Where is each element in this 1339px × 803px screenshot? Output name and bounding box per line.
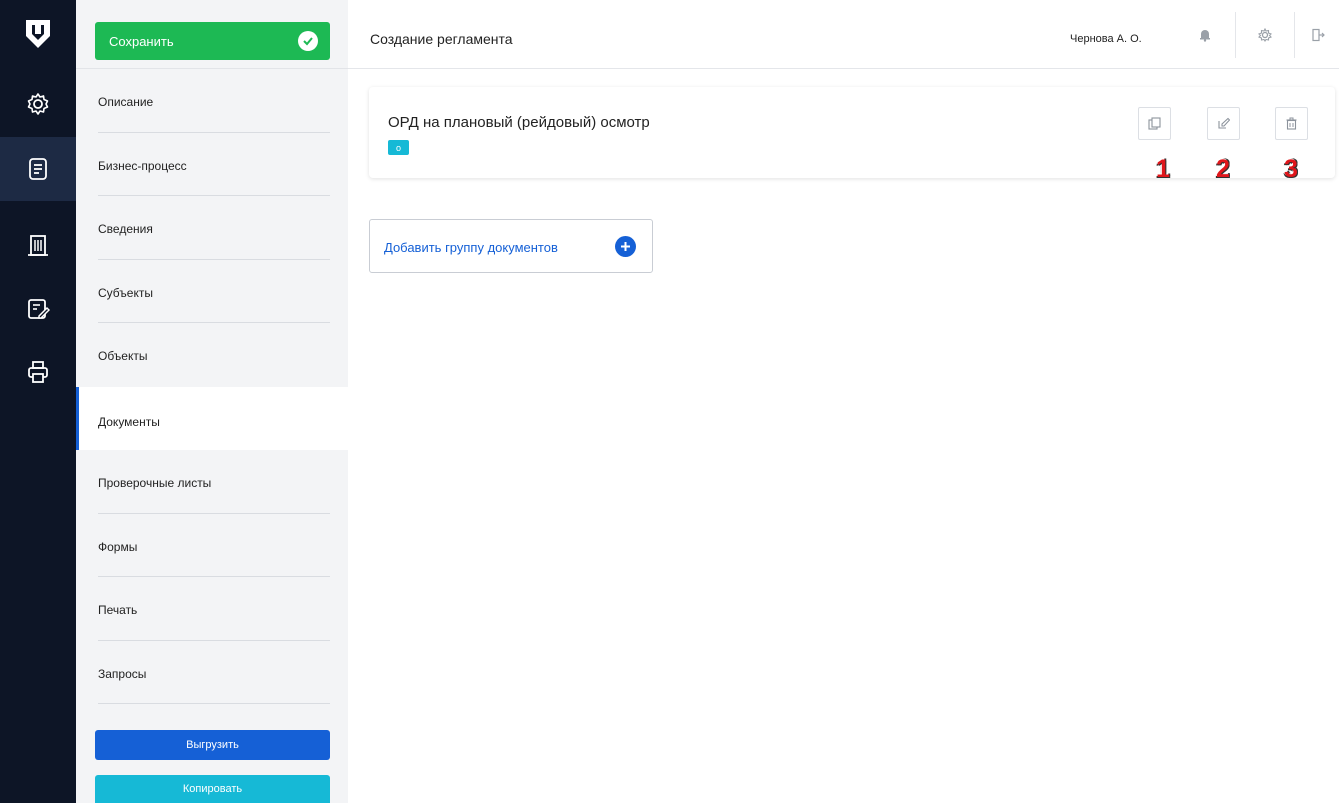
menu-item-info[interactable]: Сведения [76, 196, 348, 260]
save-button[interactable]: Сохранить [95, 22, 330, 60]
building-icon [28, 235, 48, 256]
rail-item-organizations[interactable] [0, 213, 76, 277]
printer-icon [28, 361, 48, 383]
menu-item-checklists[interactable]: Проверочные листы [76, 450, 348, 514]
menu-item-label: Документы [98, 414, 160, 429]
menu-item-business-process[interactable]: Бизнес-процесс [76, 133, 348, 196]
edit-icon [1218, 117, 1230, 129]
menu-item-forms[interactable]: Формы [76, 514, 348, 577]
document-group-card: ОРД на плановый (рейдовый) осмотр o [369, 87, 1335, 178]
document-group-tag: o [388, 140, 409, 155]
trash-icon [1286, 117, 1297, 130]
menu-item-description[interactable]: Описание [76, 69, 348, 133]
menu-item-label: Бизнес-процесс [98, 158, 187, 173]
gear-icon[interactable] [1254, 24, 1276, 46]
annotation-marker-3: 3 [1284, 155, 1298, 183]
bell-icon[interactable] [1194, 24, 1216, 46]
logout-icon[interactable] [1307, 24, 1329, 46]
menu-item-requests[interactable]: Запросы [76, 641, 348, 704]
rail-item-checklists[interactable] [0, 277, 76, 341]
plus-circle-icon [615, 236, 636, 257]
checklist-edit-icon [28, 299, 50, 319]
add-document-group-label: Добавить группу документов [384, 240, 558, 255]
menu-item-print[interactable]: Печать [76, 577, 348, 641]
rail-item-documents[interactable] [0, 137, 76, 201]
copy-button[interactable]: Копировать [95, 775, 330, 803]
menu-item-label: Субъекты [98, 285, 153, 300]
settings-gear-icon [27, 93, 49, 115]
document-list-icon [29, 158, 47, 180]
annotation-marker-2: 2 [1216, 155, 1230, 183]
page-title: Создание регламента [370, 31, 513, 47]
rail-item-print[interactable] [0, 340, 76, 404]
check-icon [298, 31, 318, 51]
menu-item-label: Сведения [98, 222, 153, 236]
menu-item-label: Формы [98, 539, 138, 554]
menu-item-label: Описание [98, 95, 154, 109]
shield-logo-icon [26, 20, 50, 48]
copy-icon [1148, 117, 1161, 130]
document-group-title: ОРД на плановый (рейдовый) осмотр [388, 114, 650, 131]
menu-item-label: Объекты [98, 349, 148, 363]
user-name[interactable]: Чернова А. О. [1070, 33, 1142, 45]
copy-group-button[interactable] [1138, 107, 1171, 140]
export-button[interactable]: Выгрузить [95, 730, 330, 760]
header-divider [1294, 12, 1295, 58]
annotation-marker-1: 1 [1156, 155, 1170, 183]
add-document-group-button[interactable]: Добавить группу документов [369, 219, 653, 273]
delete-group-button[interactable] [1275, 107, 1308, 140]
page-header: Создание регламента Чернова А. О. [348, 0, 1339, 69]
menu-item-label: Запросы [98, 666, 147, 681]
menu-item-subjects[interactable]: Субъекты [76, 260, 348, 323]
section-menu: Описание Бизнес-процесс Сведения Субъект… [76, 69, 348, 704]
header-divider [1235, 12, 1236, 58]
menu-item-objects[interactable]: Объекты [76, 323, 348, 387]
rail-item-settings[interactable] [0, 72, 76, 136]
menu-separator [98, 703, 330, 704]
save-button-label: Сохранить [109, 33, 174, 49]
menu-item-documents[interactable]: Документы [76, 386, 348, 450]
menu-item-label: Проверочные листы [98, 476, 212, 490]
app-rail [0, 0, 76, 803]
app-logo[interactable] [0, 0, 76, 68]
section-menu-panel: Сохранить Описание Бизнес-процесс Сведен… [76, 0, 348, 803]
menu-item-label: Печать [98, 603, 138, 617]
edit-group-button[interactable] [1207, 107, 1240, 140]
